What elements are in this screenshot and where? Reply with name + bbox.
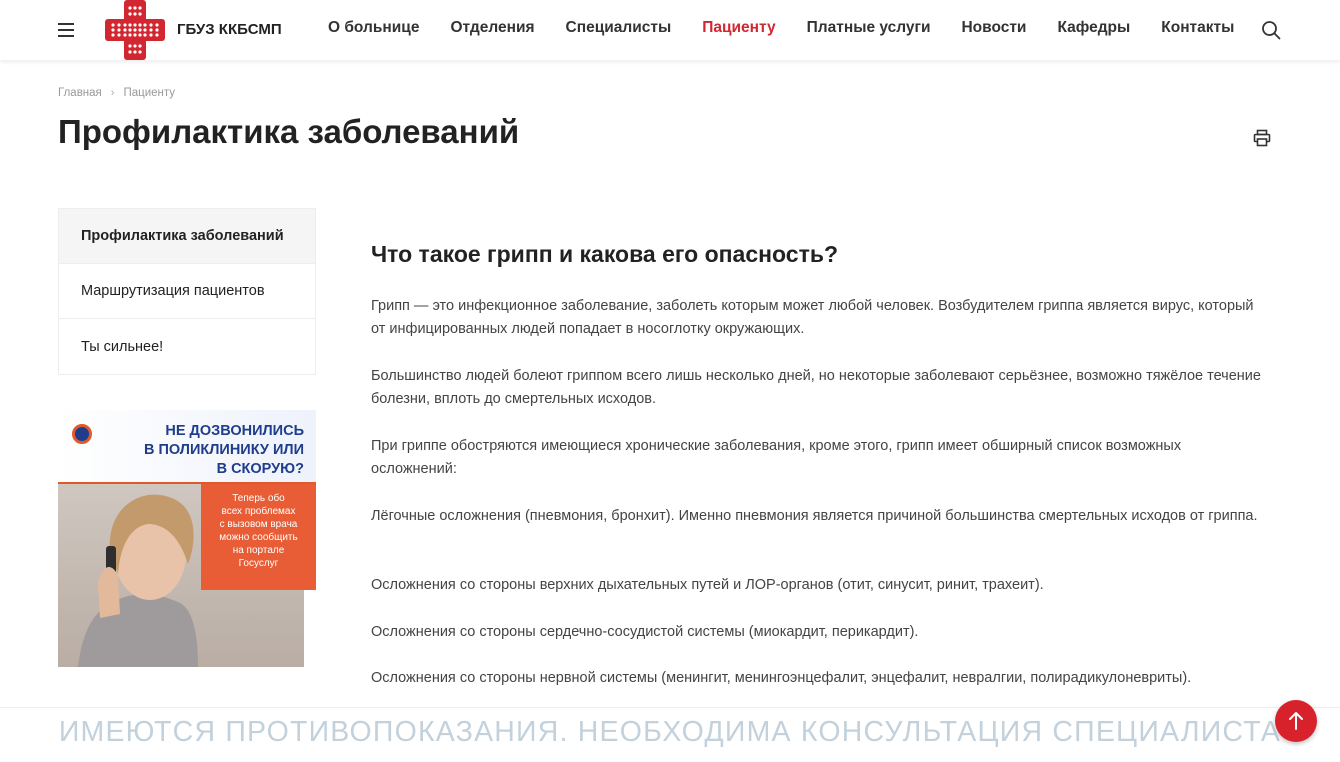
chevron-right-icon: › bbox=[110, 87, 115, 99]
article-paragraph: Осложнения со стороны верхних дыхательны… bbox=[371, 577, 1044, 593]
breadcrumb-home[interactable]: Главная bbox=[58, 87, 102, 99]
article-paragraph: Большинство людей болеют гриппом всего л… bbox=[371, 368, 1261, 407]
article-paragraph: Грипп — это инфекционное заболевание, за… bbox=[371, 298, 1254, 337]
article-paragraph: При гриппе обостряются имеющиеся хрониче… bbox=[371, 438, 1182, 477]
banner-text-line: можно сообщить bbox=[219, 532, 298, 543]
nav-patient[interactable]: Пациенту bbox=[702, 19, 775, 37]
banner-text-line: с вызовом врача bbox=[219, 519, 298, 530]
breadcrumb-current[interactable]: Пациенту bbox=[123, 87, 175, 99]
contraindications-warning: ИМЕЮТСЯ ПРОТИВОПОКАЗАНИЯ. НЕОБХОДИМА КОН… bbox=[58, 716, 1282, 748]
emblem-icon bbox=[72, 424, 92, 444]
site-header: ГБУЗ ККБСМП О больнице Отделения Специал… bbox=[0, 0, 1340, 60]
article-paragraph: Лёгочные осложнения (пневмония, бронхит)… bbox=[371, 508, 1258, 524]
banner-text-line: всех проблемах bbox=[221, 506, 296, 517]
banner-headline: НЕ ДОЗВОНИЛИСЬ В ПОЛИКЛИНИКУ ИЛИ В СКОРУ… bbox=[144, 422, 304, 479]
main-nav: О больнице Отделения Специалисты Пациент… bbox=[328, 19, 1265, 37]
banner-headline-line: В СКОРУЮ? bbox=[216, 461, 304, 477]
hamburger-icon[interactable] bbox=[58, 23, 74, 37]
scroll-up-button[interactable] bbox=[1275, 700, 1317, 742]
page-title: Профилактика заболеваний bbox=[58, 113, 520, 150]
nav-contacts[interactable]: Контакты bbox=[1161, 19, 1234, 37]
sidebar-menu: Профилактика заболеваний Маршрутизация п… bbox=[58, 208, 316, 375]
printer-icon[interactable] bbox=[1253, 129, 1271, 147]
nav-about[interactable]: О больнице bbox=[328, 19, 419, 37]
sidebar-item-you-are-stronger[interactable]: Ты сильнее! bbox=[59, 319, 315, 374]
brand-name[interactable]: ГБУЗ ККБСМП bbox=[177, 21, 282, 38]
nav-departments[interactable]: Отделения bbox=[450, 19, 534, 37]
banner-headline-line: В ПОЛИКЛИНИКУ ИЛИ bbox=[143, 442, 304, 458]
banner-text-line: Госуслуг bbox=[238, 558, 279, 569]
nav-news[interactable]: Новости bbox=[961, 19, 1026, 37]
banner-orange-text: Теперь обо всех проблемах с вызовом врач… bbox=[201, 492, 316, 570]
article-paragraph: Осложнения со стороны сердечно-сосудисто… bbox=[371, 624, 919, 640]
article-paragraph: Осложнения со стороны нервной системы (м… bbox=[371, 670, 1192, 686]
arrow-up-icon bbox=[1289, 712, 1303, 730]
sidebar-item-prevention[interactable]: Профилактика заболеваний bbox=[59, 209, 315, 264]
nav-paid-services[interactable]: Платные услуги bbox=[807, 19, 931, 37]
nav-departments-academic[interactable]: Кафедры bbox=[1057, 19, 1130, 37]
banner-edge bbox=[304, 590, 316, 667]
article-heading: Что такое грипп и какова его опасность? bbox=[371, 241, 839, 267]
search-icon[interactable] bbox=[1261, 20, 1281, 40]
gosuslugi-banner[interactable]: НЕ ДОЗВОНИЛИСЬ В ПОЛИКЛИНИКУ ИЛИ В СКОРУ… bbox=[58, 410, 316, 667]
banner-headline-line: НЕ ДОЗВОНИЛИСЬ bbox=[165, 423, 304, 439]
hospital-logo[interactable] bbox=[105, 0, 165, 60]
sidebar-item-routing[interactable]: Маршрутизация пациентов bbox=[59, 264, 315, 319]
nav-specialists[interactable]: Специалисты bbox=[566, 19, 672, 37]
breadcrumb: Главная › Пациенту bbox=[58, 87, 175, 99]
banner-text-line: Теперь обо bbox=[232, 493, 285, 504]
banner-text-line: на портале bbox=[232, 545, 285, 556]
